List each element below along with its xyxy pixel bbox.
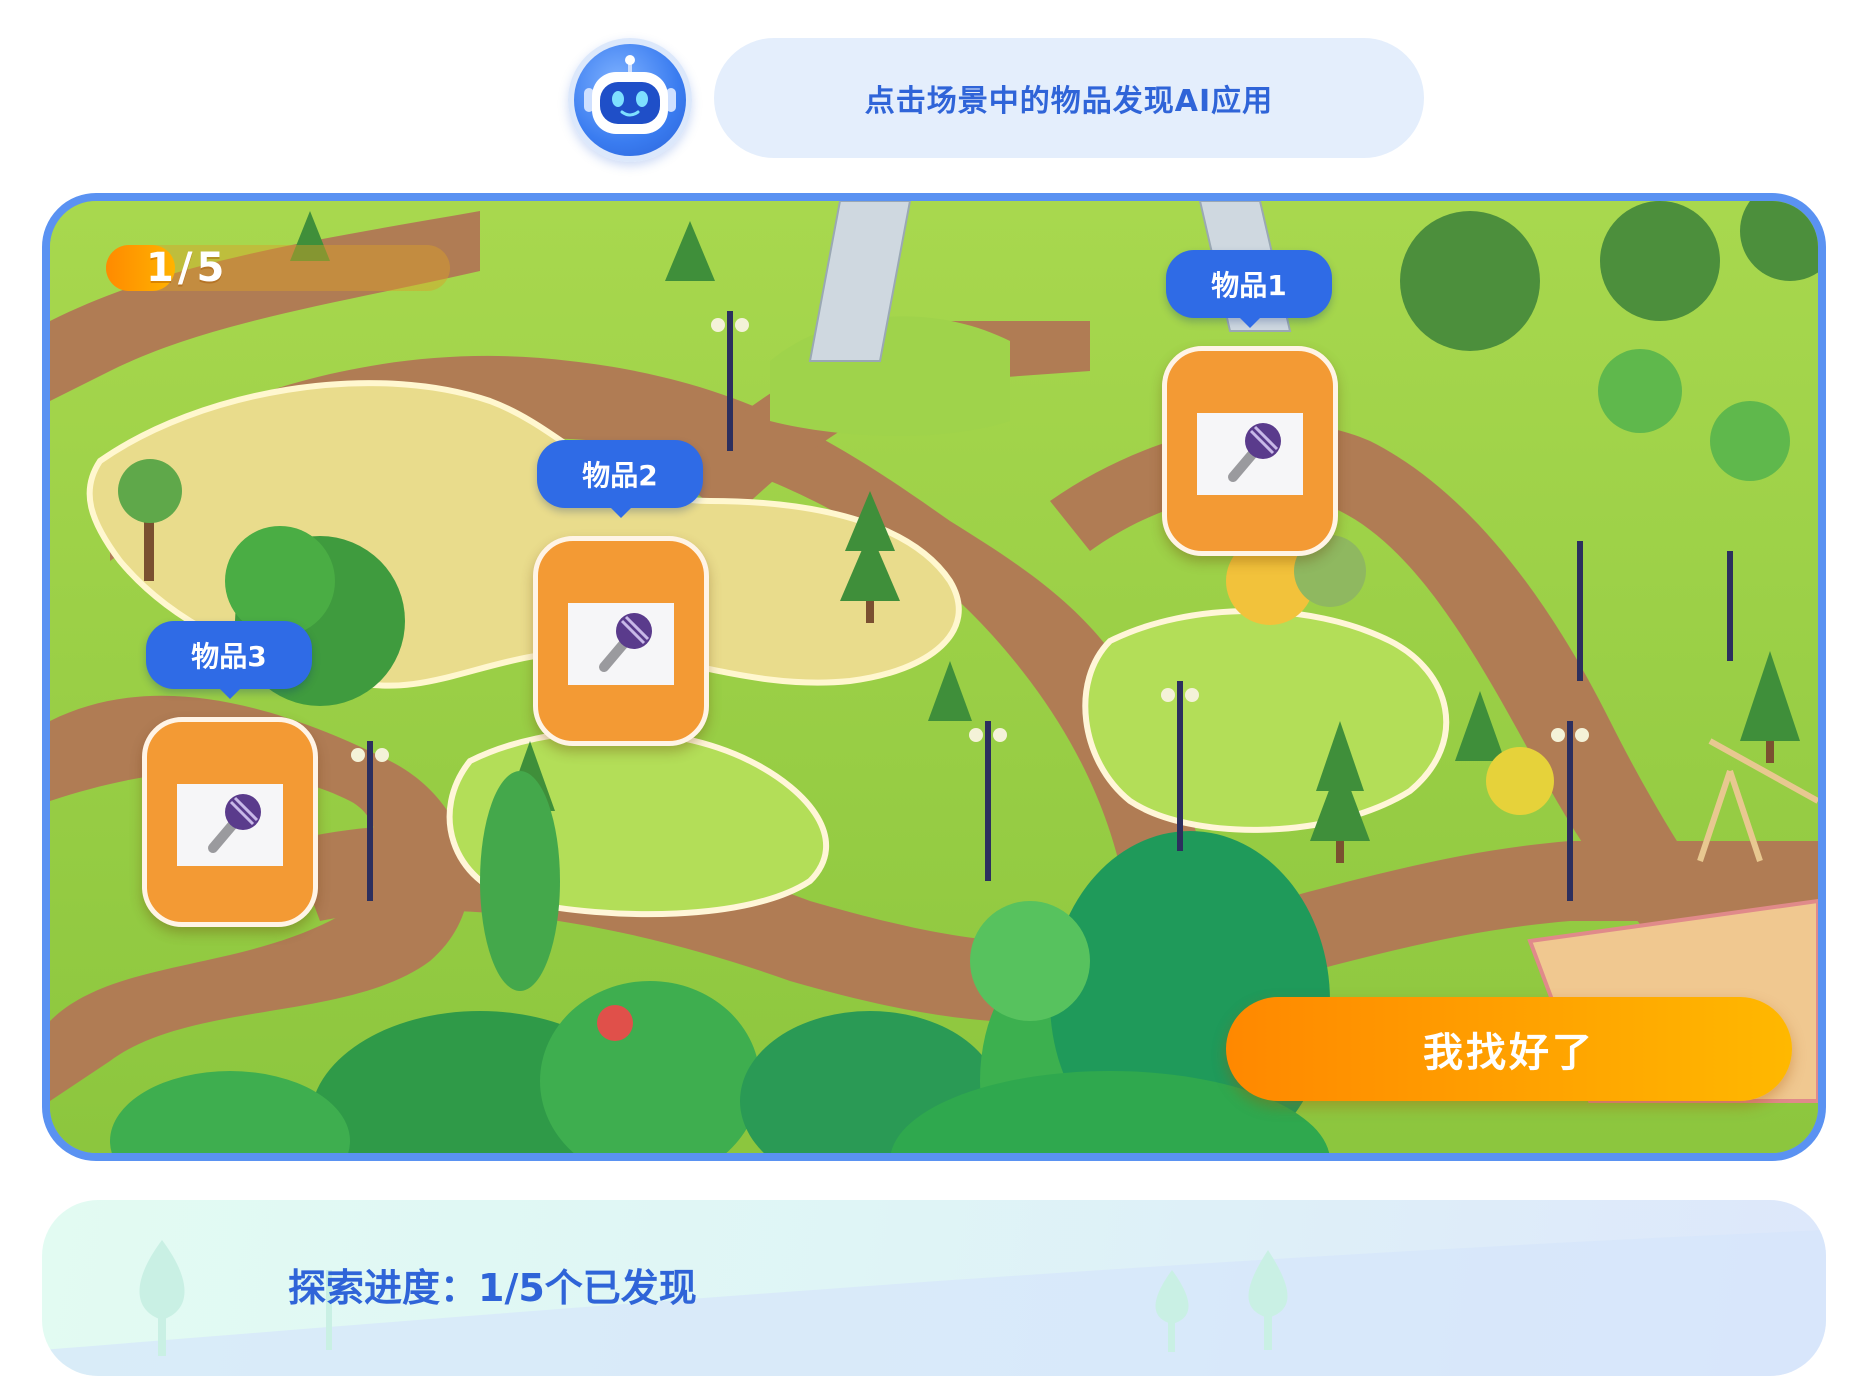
item-1-label: 物品1: [1166, 250, 1332, 328]
item-2-label: 物品2: [537, 440, 703, 518]
item-2[interactable]: 物品2: [533, 440, 715, 750]
done-button-label: 我找好了: [1423, 1030, 1595, 1076]
item-1[interactable]: 物品1: [1162, 250, 1344, 560]
header: 点击场景中的物品发现AI应用: [0, 0, 1863, 180]
microphone-icon: [1197, 413, 1303, 495]
park-scene[interactable]: 1/5 物品1 物品2 物品3 我找好了: [42, 193, 1826, 1161]
microphone-icon: [568, 603, 674, 685]
item-2-card[interactable]: [533, 536, 709, 746]
item-3[interactable]: 物品3: [142, 621, 324, 931]
robot-icon: [584, 55, 676, 134]
exploration-status: 探索进度：1/5个已发现: [288, 1266, 697, 1310]
done-button[interactable]: 我找好了: [1226, 997, 1792, 1101]
progress-counter: 1/5: [146, 245, 229, 291]
item-3-card[interactable]: [142, 717, 318, 927]
progress-footer: 探索进度：1/5个已发现: [42, 1200, 1826, 1376]
hint-bubble: 点击场景中的物品发现AI应用: [714, 38, 1424, 158]
item-3-label: 物品3: [146, 621, 312, 699]
microphone-icon: [177, 784, 283, 866]
item-1-card[interactable]: [1162, 346, 1338, 556]
hint-text: 点击场景中的物品发现AI应用: [864, 84, 1274, 119]
progress-bar: 1/5: [106, 245, 450, 291]
assistant-avatar: [568, 38, 692, 162]
